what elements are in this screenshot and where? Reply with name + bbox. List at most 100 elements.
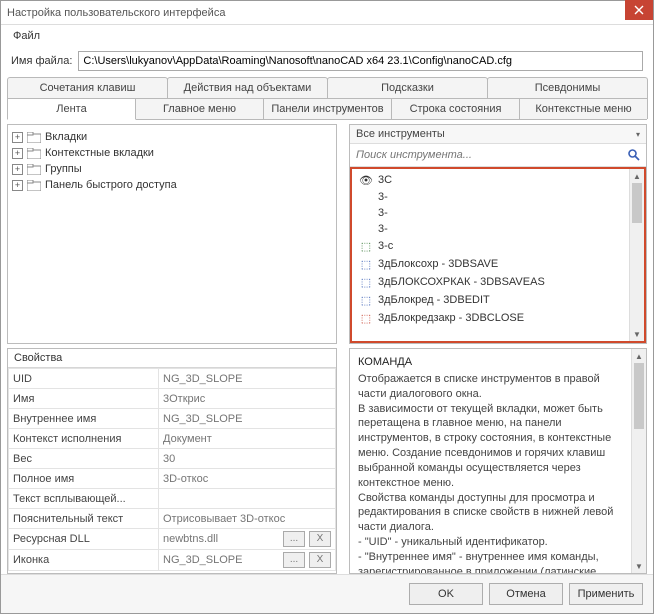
folder-icon <box>27 131 41 143</box>
main-area: + Вкладки + Контекстные вкладки + Группы… <box>1 120 653 574</box>
tree-item-groups[interactable]: + Группы <box>12 161 332 177</box>
clear-button[interactable]: X <box>309 531 331 547</box>
scroll-thumb[interactable] <box>632 183 642 223</box>
prop-val: NG_3D_SLOPE <box>163 554 279 566</box>
ribbon-tree[interactable]: + Вкладки + Контекстные вкладки + Группы… <box>8 125 336 343</box>
properties-grid[interactable]: UIDNG_3D_SLOPE Имя3Открис Внутреннее имя… <box>8 368 336 573</box>
scroll-down-icon[interactable]: ▼ <box>632 559 646 573</box>
file-row: Имя файла: <box>1 47 653 77</box>
list-item[interactable]: 3- <box>352 189 644 205</box>
scrollbar-vertical[interactable]: ▲ ▼ <box>629 169 644 341</box>
tree-label: Панель быстрого доступа <box>45 179 177 191</box>
tools-panel: Все инструменты ▾ 👁3С 3- 3- 3- ⬚3-с ⬚3дБ… <box>349 124 647 344</box>
dialog-footer: OK Отмена Применить <box>1 574 653 613</box>
tab-main-menu[interactable]: Главное меню <box>135 98 264 119</box>
right-column: Все инструменты ▾ 👁3С 3- 3- 3- ⬚3-с ⬚3дБ… <box>349 124 647 574</box>
prop-val: newbtns.dll <box>163 533 279 545</box>
close-button[interactable] <box>625 0 653 20</box>
prop-val[interactable]: 3D-откос <box>159 469 336 489</box>
list-item[interactable]: 👁3С <box>352 171 644 189</box>
scroll-down-icon[interactable]: ▼ <box>630 327 644 341</box>
tree-label: Контекстные вкладки <box>45 147 154 159</box>
help-paragraph: - "UID" - уникальный идентификатор. <box>358 535 628 550</box>
folder-icon <box>27 163 41 175</box>
cancel-button[interactable]: Отмена <box>489 583 563 605</box>
prop-row: Полное имя3D-откос <box>9 469 336 489</box>
prop-val[interactable]: NG_3D_SLOPE <box>159 409 336 429</box>
tools-header-label: Все инструменты <box>356 128 636 140</box>
prop-row: Имя3Открис <box>9 389 336 409</box>
list-item[interactable]: ⬚3-с <box>352 237 644 255</box>
clear-button[interactable]: X <box>309 552 331 568</box>
help-paragraph: В зависимости от текущей вкладки, может … <box>358 402 628 491</box>
tab-toolbars[interactable]: Панели инструментов <box>263 98 392 119</box>
help-paragraph: Отображается в списке инструментов в пра… <box>358 372 628 402</box>
tab-status-bar[interactable]: Строка состояния <box>391 98 520 119</box>
prop-val[interactable]: 3Открис <box>159 389 336 409</box>
tree-label: Группы <box>45 163 82 175</box>
prop-val[interactable]: 30 <box>159 449 336 469</box>
tree-item-tabs[interactable]: + Вкладки <box>12 129 332 145</box>
list-item[interactable]: 3- <box>352 221 644 237</box>
expand-icon[interactable]: + <box>12 132 23 143</box>
prop-key: Иконка <box>9 550 159 571</box>
list-item[interactable]: 3- <box>352 205 644 221</box>
prop-val[interactable]: Отрисовывает 3D-откос <box>159 509 336 529</box>
file-path-input[interactable] <box>78 51 643 71</box>
prop-row: Текст всплывающей... <box>9 489 336 509</box>
command-icon: ⬚ <box>358 257 374 271</box>
tool-search-row <box>350 144 646 167</box>
tree-label: Вкладки <box>45 131 87 143</box>
tab-tooltips[interactable]: Подсказки <box>327 77 488 98</box>
scrollbar-vertical[interactable]: ▲ ▼ <box>631 349 646 573</box>
tab-shortcuts[interactable]: Сочетания клавиш <box>7 77 168 98</box>
tabs-category-row-1: Сочетания клавиш Действия над объектами … <box>7 77 647 99</box>
tree-item-context-tabs[interactable]: + Контекстные вкладки <box>12 145 332 161</box>
titlebar: Настройка пользовательского интерфейса <box>1 1 653 25</box>
ok-button[interactable]: OK <box>409 583 483 605</box>
prop-val[interactable]: NG_3D_SLOPE <box>159 369 336 389</box>
list-item[interactable]: ⬚3дБЛОКСОХРКАК - 3DBSAVEAS <box>352 273 644 291</box>
properties-panel: Свойства UIDNG_3D_SLOPE Имя3Открис Внутр… <box>7 348 337 574</box>
tab-object-actions[interactable]: Действия над объектами <box>167 77 328 98</box>
help-paragraph: - "Внутреннее имя" - внутреннее имя кома… <box>358 550 628 573</box>
file-label: Имя файла: <box>11 55 72 67</box>
folder-icon <box>27 147 41 159</box>
prop-key: Ресурсная DLL <box>9 529 159 550</box>
list-item[interactable]: ⬚3дБлокред - 3DBEDIT <box>352 291 644 309</box>
prop-key: Внутреннее имя <box>9 409 159 429</box>
browse-button[interactable]: ... <box>283 552 305 568</box>
tool-search-input[interactable] <box>354 146 622 164</box>
tab-aliases[interactable]: Псевдонимы <box>487 77 648 98</box>
folder-icon <box>27 179 41 191</box>
window-title: Настройка пользовательского интерфейса <box>7 7 625 19</box>
ribbon-tree-panel: + Вкладки + Контекстные вкладки + Группы… <box>7 124 337 344</box>
scroll-up-icon[interactable]: ▲ <box>632 349 646 363</box>
prop-key: Полное имя <box>9 469 159 489</box>
prop-val[interactable] <box>159 489 336 509</box>
tools-header[interactable]: Все инструменты ▾ <box>350 125 646 144</box>
command-list[interactable]: 👁3С 3- 3- 3- ⬚3-с ⬚3дБлоксохр - 3DBSAVE … <box>350 167 646 343</box>
apply-button[interactable]: Применить <box>569 583 643 605</box>
expand-icon[interactable]: + <box>12 148 23 159</box>
chevron-down-icon: ▾ <box>636 130 640 139</box>
list-item[interactable]: ⬚3дБлоксохр - 3DBSAVE <box>352 255 644 273</box>
tab-ribbon[interactable]: Лента <box>7 98 136 120</box>
help-panel: КОМАНДА Отображается в списке инструмент… <box>349 348 647 574</box>
search-icon[interactable] <box>626 147 642 163</box>
prop-val[interactable]: Документ <box>159 429 336 449</box>
expand-icon[interactable]: + <box>12 164 23 175</box>
tab-context-menus[interactable]: Контекстные меню <box>519 98 648 119</box>
expand-icon[interactable]: + <box>12 180 23 191</box>
left-column: + Вкладки + Контекстные вкладки + Группы… <box>7 124 337 574</box>
menu-file[interactable]: Файл <box>7 28 46 44</box>
browse-button[interactable]: ... <box>283 531 305 547</box>
prop-key: Вес <box>9 449 159 469</box>
command-icon: ⬚ <box>358 239 374 253</box>
list-item[interactable]: ⬚3дБлокредзакр - 3DBCLOSE <box>352 309 644 327</box>
tree-item-quickaccess[interactable]: + Панель быстрого доступа <box>12 177 332 193</box>
scroll-thumb[interactable] <box>634 363 644 429</box>
command-icon: 👁 <box>358 173 374 187</box>
splitter-vertical[interactable] <box>341 124 345 574</box>
scroll-up-icon[interactable]: ▲ <box>630 169 644 183</box>
